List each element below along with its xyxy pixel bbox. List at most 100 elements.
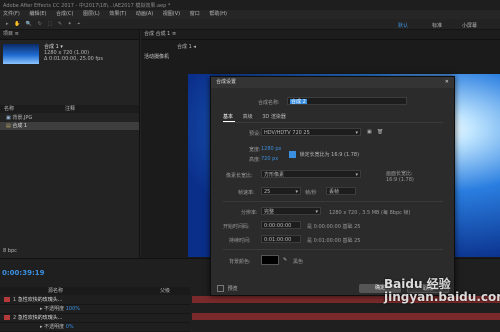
width-value[interactable]: 1280 px xyxy=(261,146,281,152)
menu-window[interactable]: 窗口 xyxy=(190,11,200,17)
background-color-swatch[interactable] xyxy=(261,255,279,265)
composition-icon: ▤ xyxy=(6,123,11,129)
dialog-title-bar: 合成设置 ✕ xyxy=(211,77,454,88)
project-item[interactable]: ▣ 背景.JPG xyxy=(0,114,139,122)
layer-list: 1 急性欢快的玫瑰头... ▸ 不透明度 100% 2 急性欢快的玫瑰头... … xyxy=(0,296,190,332)
tab-basic[interactable]: 基本 xyxy=(223,113,236,122)
resolution-info: 1280 x 720 , 3.5 MB (每 8bpc 帧) xyxy=(329,210,411,216)
height-value[interactable]: 720 px xyxy=(261,156,278,162)
timeline-columns: 源名称 父级 xyxy=(0,287,190,295)
drop-frame-select[interactable]: 丢帧 xyxy=(326,187,356,195)
frame-aspect-value: 16:9 (1.78) xyxy=(386,177,414,183)
project-panel: 项目 ≡ 合成 1 ▾ 1280 x 720 (1.00) Δ 0:01:00:… xyxy=(0,30,140,258)
chevron-down-icon: ▾ xyxy=(315,209,318,215)
project-item-label: 合成 1 xyxy=(12,123,28,129)
pixel-aspect-label: 像素长宽比: xyxy=(226,173,253,179)
preset-select[interactable]: HDV/HDTV 720 25 ▾ xyxy=(261,128,361,136)
lock-aspect-checkbox[interactable]: 锁定长宽比为 16:9 (1.78) xyxy=(289,151,359,158)
eyedropper-icon[interactable]: ✎ xyxy=(283,257,287,263)
viewer-tab[interactable]: 合成 合成 1 ≡ xyxy=(141,30,500,40)
lock-aspect-label: 锁定长宽比为 16:9 (1.78) xyxy=(299,152,360,158)
tool-bar: ▸ ✋ 🔍 ↻ ⬚ ✎ ✦ ⌖ 默认 标准 小屏幕 xyxy=(0,19,500,30)
menu-help[interactable]: 帮助(H) xyxy=(209,11,227,17)
col-parent[interactable]: 父级 xyxy=(160,287,170,295)
comp-name-value: 合成 2 xyxy=(290,99,307,105)
dialog-title: 合成设置 xyxy=(216,79,237,85)
preview-label: 预览 xyxy=(227,286,238,292)
close-icon[interactable]: ✕ xyxy=(445,77,449,88)
duration-label: 持续时间: xyxy=(229,238,251,244)
preview-checkbox[interactable]: 预览 xyxy=(217,285,238,292)
workspace-small[interactable]: 小屏幕 xyxy=(462,22,477,29)
chevron-down-icon: ▾ xyxy=(355,130,358,136)
start-timecode-info: 是 0:00:00:00 基础 25 xyxy=(307,224,361,230)
menu-bar: 文件(F) 编辑(E) 合成(C) 图层(L) 效果(T) 动画(A) 视图(V… xyxy=(0,10,500,19)
menu-animation[interactable]: 动画(A) xyxy=(136,11,153,17)
property-row[interactable]: ▸ 不透明度 0% xyxy=(0,323,190,332)
fps-label: 帧速率: xyxy=(238,190,255,196)
checkbox xyxy=(217,285,224,292)
chevron-down-icon: ▾ xyxy=(295,189,298,195)
drop-frame-value: 丢帧 xyxy=(329,189,340,195)
pixel-aspect-value: 方形像素 xyxy=(264,172,285,178)
comp-thumbnail xyxy=(3,44,39,64)
fps-value: 25 xyxy=(264,189,271,195)
comp-duration: Δ 0:01:00:00, 25.00 fps xyxy=(44,56,103,62)
save-preset-icon[interactable]: ▣ xyxy=(367,129,372,135)
menu-composition[interactable]: 合成(C) xyxy=(56,11,73,17)
menu-effect[interactable]: 效果(T) xyxy=(109,11,126,17)
layer-bar[interactable] xyxy=(192,313,500,320)
duration-value: 0:01:00:00 xyxy=(264,237,292,243)
menu-layer[interactable]: 图层(L) xyxy=(83,11,100,17)
menu-edit[interactable]: 编辑(E) xyxy=(29,11,46,17)
delete-preset-icon[interactable]: 🗑 xyxy=(377,129,383,135)
resolution-value: 完整 xyxy=(264,209,275,215)
settings-tabs: 基本 高级 3D 渲染器 xyxy=(223,113,294,122)
resolution-select[interactable]: 完整 ▾ xyxy=(261,207,321,215)
start-timecode-value: 0:00:00:00 xyxy=(264,223,292,229)
menu-view[interactable]: 视图(V) xyxy=(163,11,180,17)
fps-select[interactable]: 25 ▾ xyxy=(261,187,301,195)
project-panel-header: 项目 ≡ xyxy=(0,30,139,40)
col-source-name[interactable]: 源名称 xyxy=(48,288,63,294)
start-timecode-label: 开始时间码: xyxy=(223,224,250,230)
col-name[interactable]: 名称 xyxy=(4,106,14,112)
tab-3d-renderer[interactable]: 3D 渲染器 xyxy=(262,113,288,121)
layer-row[interactable]: 1 急性欢快的玫瑰头... xyxy=(0,296,190,305)
title-bar: Adobe After Effects CC 2017 - 中\2017\18\… xyxy=(0,0,500,10)
workspace-standard[interactable]: 标准 xyxy=(432,22,442,29)
height-label: 高度: xyxy=(249,157,261,163)
bpc-label[interactable]: 8 bpc xyxy=(3,248,17,254)
background-color-name: 黑色 xyxy=(293,259,304,265)
property-row[interactable]: ▸ 不透明度 100% xyxy=(0,305,190,314)
fps-unit: 帧/秒 xyxy=(305,190,317,196)
duration-info: 是 0:01:00:00 基础 25 xyxy=(307,238,361,244)
timecode[interactable]: 0:00:39:19 xyxy=(2,269,45,277)
watermark-text: Baidu 经验 jingyan.baidu.com xyxy=(384,277,500,304)
resolution-label: 分辨率: xyxy=(241,210,258,216)
name-label: 合成名称: xyxy=(258,100,280,106)
chevron-down-icon: ▾ xyxy=(355,172,358,178)
pixel-aspect-select[interactable]: 方形像素 ▾ xyxy=(261,170,361,178)
label-color xyxy=(4,315,10,320)
layer-row[interactable]: 2 急性欢快的玫瑰头... xyxy=(0,314,190,323)
workspace-default[interactable]: 默认 xyxy=(398,22,408,29)
preset-value: HDV/HDTV 720 25 xyxy=(264,130,310,136)
label-color xyxy=(4,297,10,302)
start-timecode-input[interactable]: 0:00:00:00 xyxy=(261,221,301,229)
comp-name-input[interactable]: 合成 2 xyxy=(287,97,407,105)
composition-settings-dialog: 合成设置 ✕ 合成名称: 合成 2 基本 高级 3D 渲染器 预设: HDV/H… xyxy=(210,76,455,296)
checkbox xyxy=(289,151,296,158)
background-color-label: 背景颜色: xyxy=(229,259,251,265)
col-comment[interactable]: 注释 xyxy=(65,105,75,113)
app-title: Adobe After Effects CC 2017 - 中\2017\18\… xyxy=(3,3,171,9)
viewer-tab-label: 合成 合成 1 ≡ xyxy=(144,31,177,37)
preset-label: 预设: xyxy=(249,131,261,137)
tab-advanced[interactable]: 高级 xyxy=(243,113,255,121)
project-columns: 名称 注释 xyxy=(0,105,139,113)
duration-input[interactable]: 0:01:00:00 xyxy=(261,235,301,243)
active-camera-label: 活动摄像机 xyxy=(144,54,170,60)
tool-icons[interactable]: ▸ ✋ 🔍 ↻ ⬚ ✎ ✦ ⌖ xyxy=(6,21,82,27)
project-item[interactable]: ▤ 合成 1 xyxy=(0,122,139,130)
menu-file[interactable]: 文件(F) xyxy=(3,11,20,17)
